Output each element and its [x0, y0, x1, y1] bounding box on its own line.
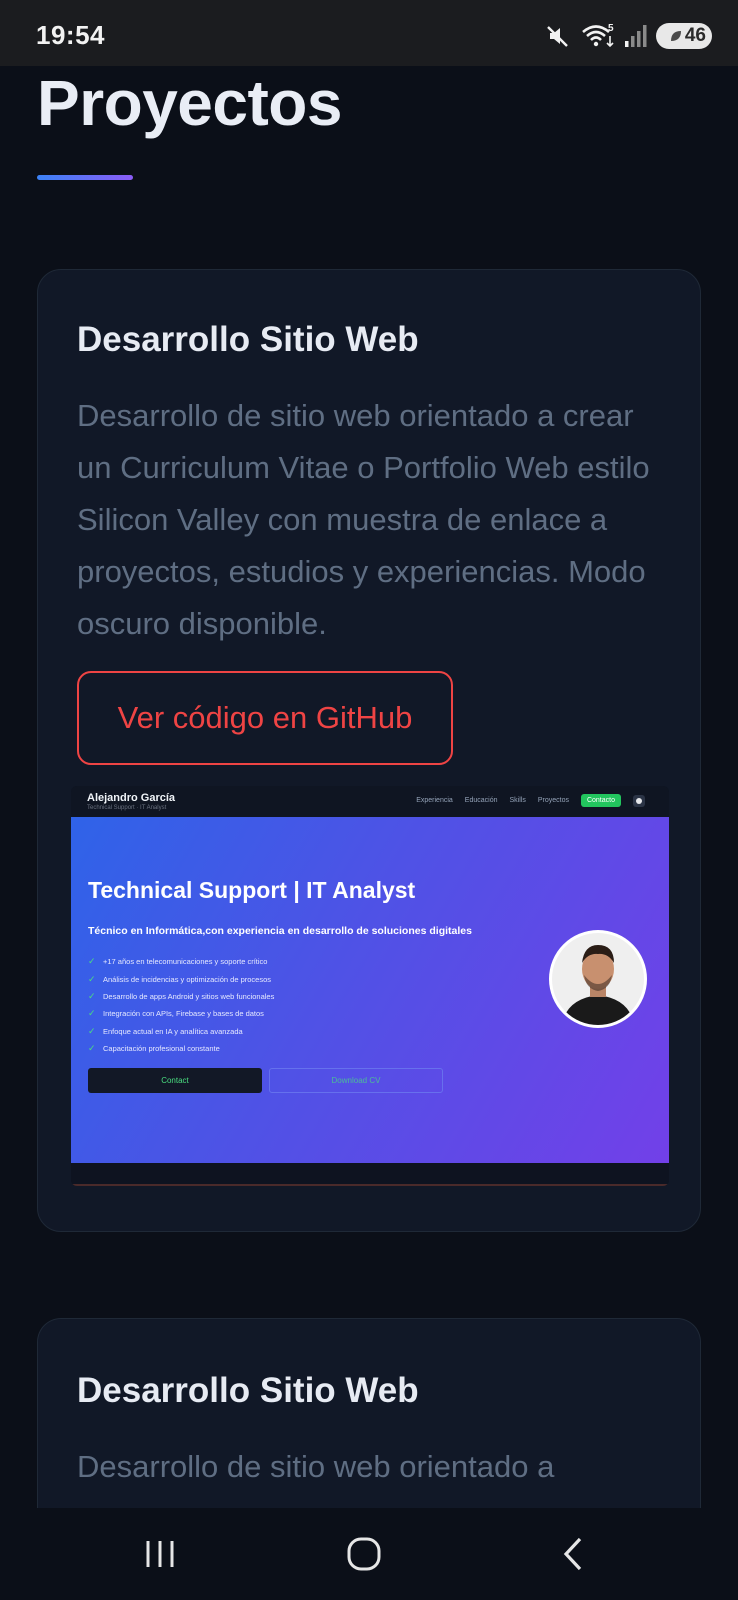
check-icon: ✓ — [88, 956, 96, 967]
preview-nav-link: Educación — [464, 797, 498, 804]
preview-subtitle: Technical Support · IT Analyst — [87, 805, 167, 811]
page-title: Proyectos — [37, 67, 342, 139]
preview-nav-links: Experiencia Educación Skills Proyectos C… — [416, 794, 645, 807]
svg-text:5: 5 — [608, 23, 614, 34]
project-description: Desarrollo de sitio web orientado a crea… — [77, 398, 650, 641]
check-icon: ✓ — [88, 1008, 96, 1019]
preview-hero-title: Technical Support | IT Analyst — [88, 877, 416, 903]
project-card: Desarrollo Sitio Web Desarrollo de sitio… — [37, 269, 701, 1232]
preview-bullet: ✓ Capacitación profesional constante — [88, 1040, 274, 1057]
status-icons: 5 46 — [544, 21, 712, 51]
leaf-icon — [670, 31, 681, 41]
preview-bullet-text: Desarrollo de apps Android y sitios web … — [103, 991, 275, 1001]
status-bar: 19:54 5 46 — [0, 0, 738, 66]
preview-contact-badge: Contacto — [580, 794, 621, 807]
person-icon — [562, 945, 634, 1025]
check-icon: ✓ — [88, 973, 96, 984]
preview-nav-link: Skills — [509, 797, 526, 804]
preview-bullet: ✓ Desarrollo de apps Android y sitios web… — [88, 988, 274, 1005]
mute-icon — [544, 22, 572, 50]
preview-hero: Technical Support | IT Analyst Técnico e… — [71, 817, 669, 1163]
check-icon: ✓ — [88, 1025, 96, 1036]
preview-bullet: ✓ Análisis de incidencias y optimización … — [88, 970, 274, 987]
preview-bullet: ✓ Integración con APIs, Firebase y bases … — [88, 1005, 274, 1022]
back-icon[interactable] — [544, 1530, 604, 1578]
project-title: Desarrollo Sitio Web — [77, 1371, 419, 1410]
preview-download-button: Download CV — [269, 1068, 443, 1093]
title-underline — [37, 175, 133, 180]
preview-hero-subtitle: Técnico en Informática,con experiencia e… — [88, 925, 472, 937]
project-title: Desarrollo Sitio Web — [77, 320, 419, 359]
project-description: Desarrollo de sitio web orientado a — [77, 1449, 555, 1484]
preview-bullet-list: ✓ +17 años en telecomunicaciones y soport… — [88, 953, 274, 1057]
check-icon: ✓ — [88, 1043, 96, 1054]
theme-toggle-icon — [633, 794, 645, 807]
preview-bullet-text: Análisis de incidencias y optimización d… — [103, 974, 272, 984]
battery-icon: 46 — [656, 23, 712, 49]
project-preview-image: Alejandro García Technical Support · IT … — [71, 786, 669, 1186]
preview-name: Alejandro García — [87, 792, 176, 804]
home-icon[interactable] — [334, 1530, 394, 1578]
preview-footer — [71, 1163, 669, 1186]
preview-contact-button: Contact — [88, 1068, 262, 1093]
signal-icon — [624, 23, 648, 49]
wifi-icon: 5 — [580, 22, 616, 50]
preview-bullet-text: +17 años en telecomunicaciones y soporte… — [103, 957, 268, 967]
avatar-photo — [552, 933, 644, 1025]
preview-navbar: Alejandro García Technical Support · IT … — [71, 786, 669, 816]
preview-bullet: ✓ +17 años en telecomunicaciones y soport… — [88, 953, 274, 970]
recents-icon[interactable] — [130, 1530, 190, 1578]
status-time: 19:54 — [36, 20, 105, 50]
check-icon: ✓ — [88, 990, 96, 1001]
preview-nav-link: Experiencia — [416, 797, 453, 804]
preview-bullet-text: Enfoque actual en IA y analítica avanzad… — [103, 1026, 243, 1036]
preview-bullet: ✓ Enfoque actual en IA y analítica avanza… — [88, 1023, 274, 1040]
battery-level: 46 — [684, 25, 706, 46]
avatar — [549, 930, 647, 1028]
preview-bullet-text: Integración con APIs, Firebase y bases d… — [103, 1009, 264, 1019]
preview-bullet-text: Capacitación profesional constante — [103, 1044, 220, 1054]
system-navigation-bar — [0, 1508, 738, 1600]
github-button[interactable]: Ver código en GitHub — [77, 671, 453, 765]
preview-nav-link: Proyectos — [537, 797, 569, 804]
